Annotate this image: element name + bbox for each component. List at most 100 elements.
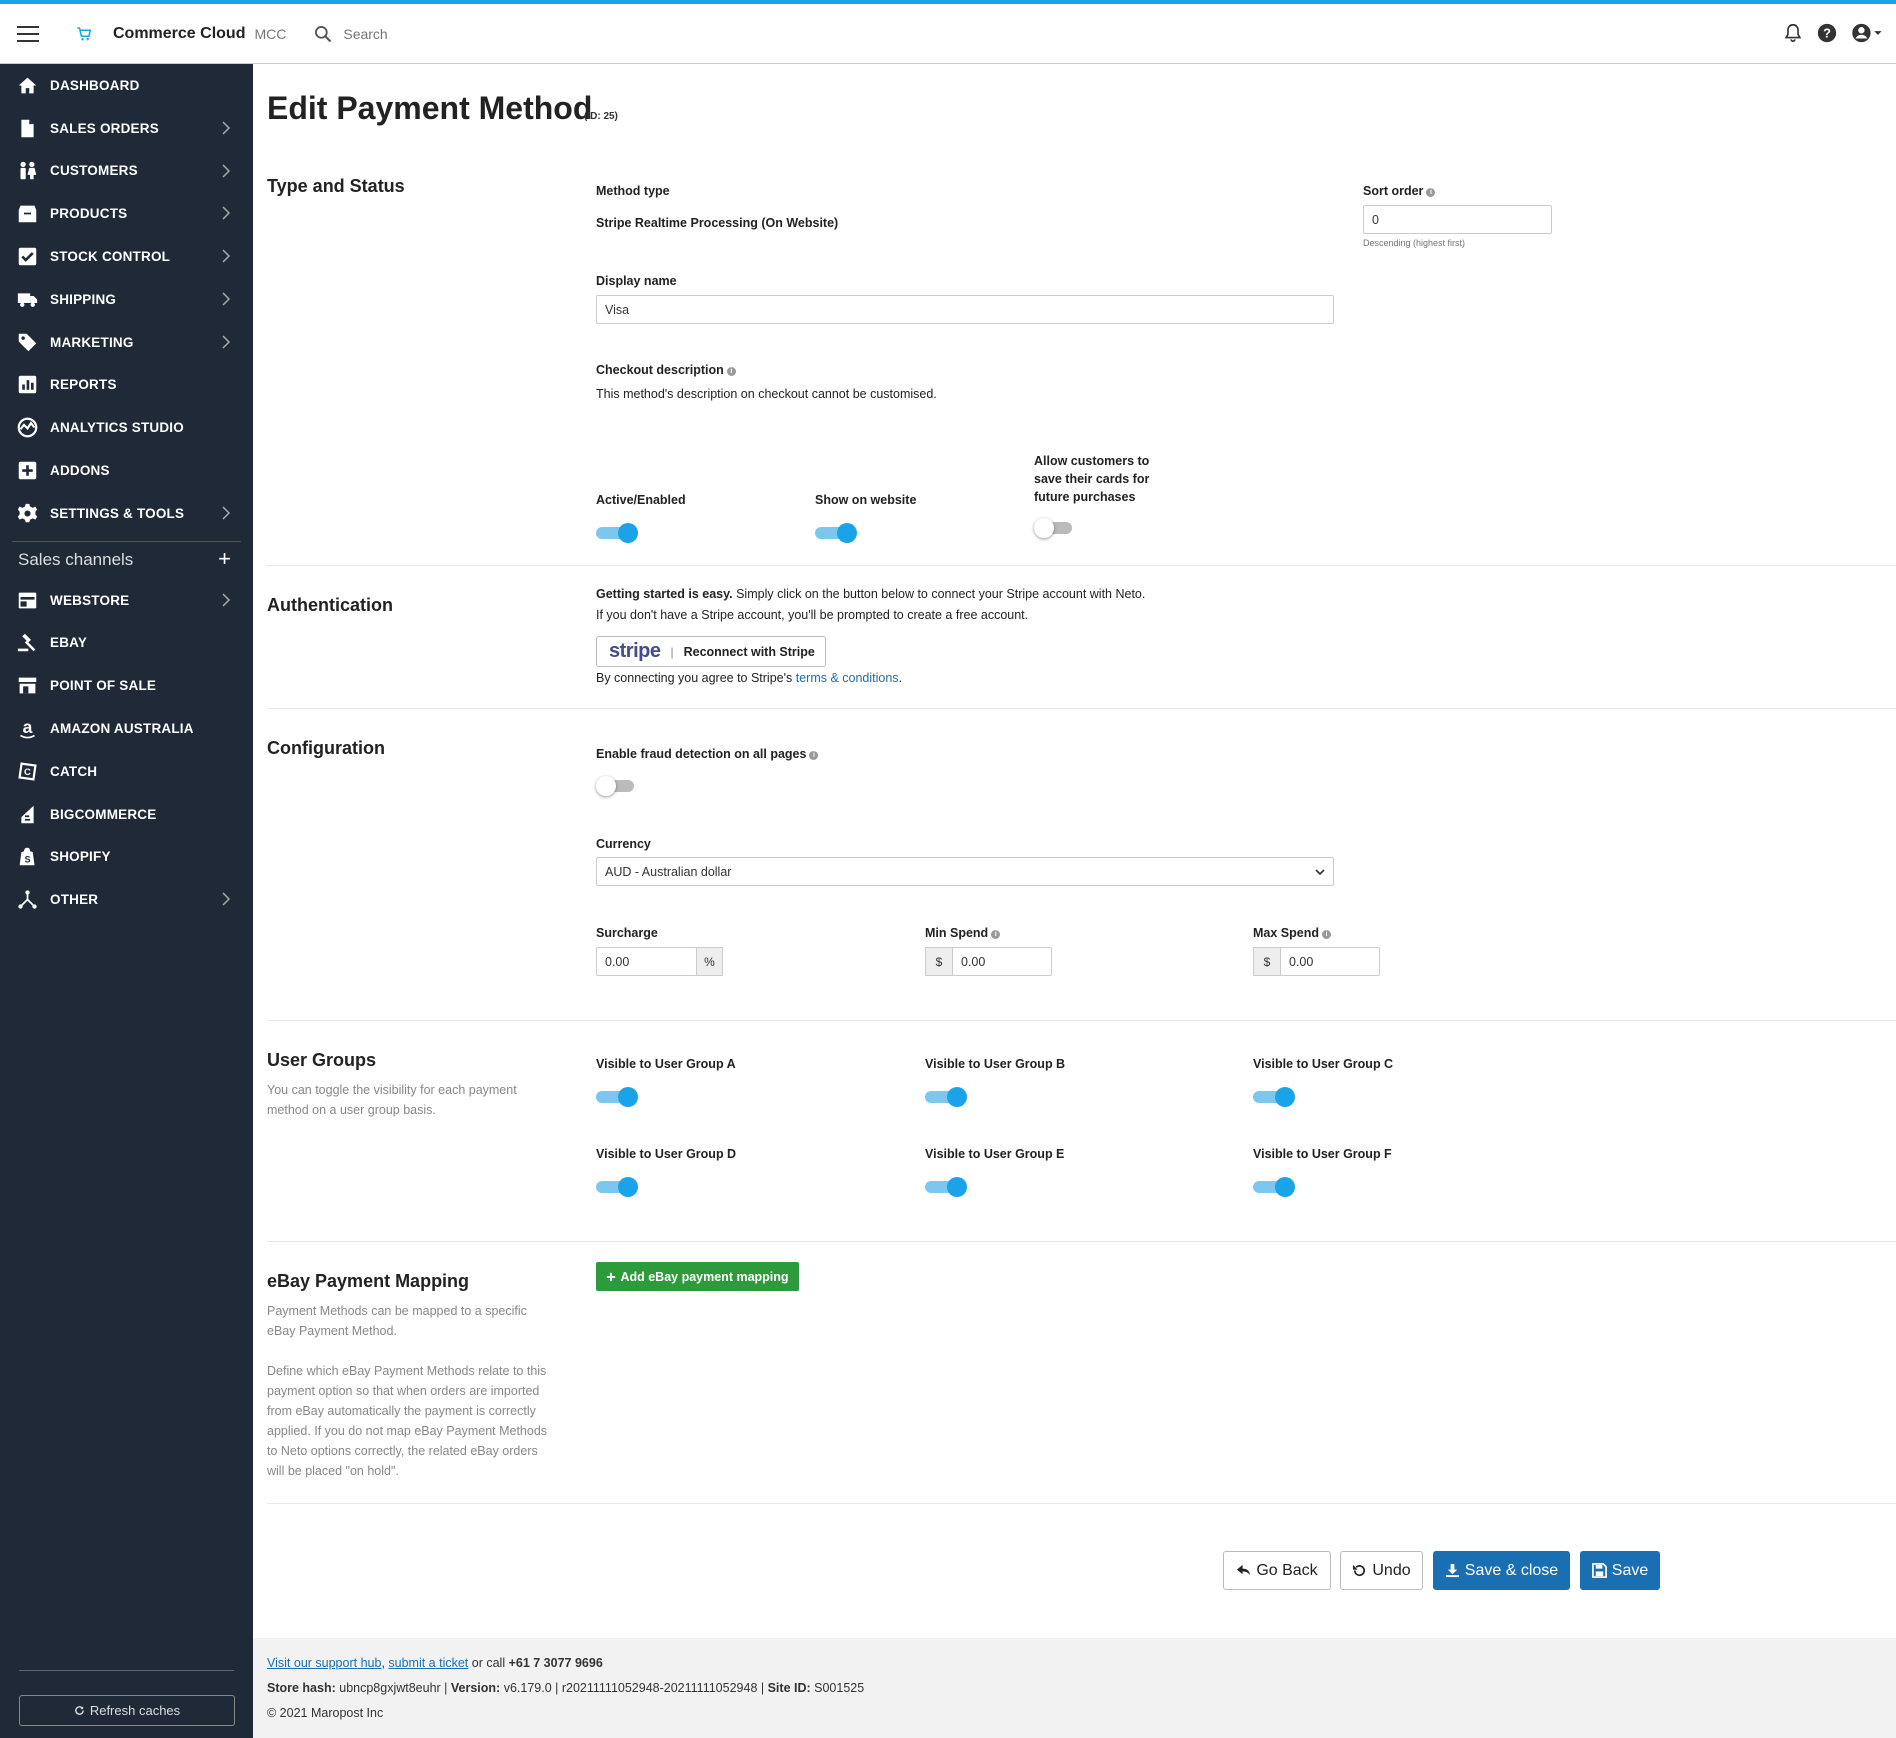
user-group-c-toggle[interactable] — [1253, 1085, 1295, 1107]
sidebar-item-label: SETTINGS & TOOLS — [50, 505, 185, 521]
chevron-right-icon — [222, 892, 231, 906]
footer: Visit our support hub, submit a ticket o… — [253, 1638, 1896, 1738]
version-label: Version: — [450, 1681, 501, 1695]
ebay-description-line: to Neto options correctly, the related e… — [267, 1444, 538, 1458]
sidebar-item-addons[interactable]: ADDONS — [0, 449, 253, 492]
sidebar-item-label: SALES ORDERS — [50, 120, 159, 136]
save-button[interactable]: Save — [1580, 1551, 1660, 1590]
checkout-description-text: This method's description on checkout ca… — [596, 387, 937, 401]
sidebar-item-settings-tools[interactable]: SETTINGS & TOOLS — [0, 492, 253, 535]
checkbox-icon — [17, 246, 38, 267]
checkout-description-label-text: Checkout description — [596, 363, 724, 377]
sidebar-item-webstore[interactable]: WEBSTORE — [0, 579, 253, 622]
stripe-agreement-text: By connecting you agree to Stripe's — [596, 671, 796, 685]
section-divider — [267, 1241, 1896, 1242]
max-spend-input[interactable]: 0.00 — [1280, 947, 1380, 976]
add-ebay-mapping-button[interactable]: Add eBay payment mapping — [596, 1262, 799, 1291]
sort-order-input[interactable]: 0 — [1363, 205, 1552, 234]
tag-icon — [17, 332, 38, 353]
chevron-right-icon — [222, 292, 231, 306]
show-on-website-toggle[interactable] — [815, 521, 857, 543]
sidebar-item-label: ANALYTICS STUDIO — [50, 420, 184, 436]
refresh-caches-button[interactable]: Refresh caches — [19, 1695, 235, 1726]
svg-text:C: C — [24, 767, 31, 778]
sort-order-label-text: Sort order — [1363, 184, 1424, 198]
search-input[interactable] — [343, 25, 644, 42]
store-icon — [17, 675, 38, 696]
user-group-d-toggle[interactable] — [596, 1175, 638, 1197]
sidebar-item-label: STOCK CONTROL — [50, 249, 171, 265]
active-enabled-toggle[interactable] — [596, 521, 638, 543]
sidebar-item-amazon-australia[interactable]: a AMAZON AUSTRALIA — [0, 707, 253, 750]
user-group-e-label: Visible to User Group E — [925, 1147, 1065, 1161]
terms-link[interactable]: terms & conditions — [796, 671, 899, 685]
sidebar-item-analytics-studio[interactable]: ANALYTICS STUDIO — [0, 406, 253, 449]
sidebar-item-sales-orders[interactable]: SALES ORDERS — [0, 107, 253, 150]
sidebar-item-label: AMAZON AUSTRALIA — [50, 721, 194, 737]
submit-ticket-link[interactable]: submit a ticket — [388, 1656, 468, 1670]
info-icon: i — [726, 367, 736, 376]
user-group-f-toggle[interactable] — [1253, 1175, 1295, 1197]
user-group-a-label: Visible to User Group A — [596, 1057, 736, 1071]
sidebar-item-catch[interactable]: C CATCH — [0, 750, 253, 793]
chevron-right-icon — [222, 506, 231, 520]
sidebar-item-shipping[interactable]: SHIPPING — [0, 278, 253, 321]
menu-icon[interactable] — [17, 25, 39, 42]
sidebar-item-marketing[interactable]: MARKETING — [0, 321, 253, 364]
reconnect-stripe-button[interactable]: stripe | Reconnect with Stripe — [596, 636, 826, 667]
user-group-b-toggle[interactable] — [925, 1085, 967, 1107]
info-icon: i — [1322, 930, 1331, 939]
brand-name[interactable]: Commerce Cloud — [113, 25, 245, 43]
user-groups-description: You can toggle the visibility for each p… — [267, 1080, 567, 1120]
undo-icon — [1353, 1564, 1366, 1577]
svg-text:S: S — [25, 855, 31, 865]
min-spend-input[interactable]: 0.00 — [952, 947, 1052, 976]
show-on-website-label: Show on website — [815, 493, 917, 507]
ebay-description-spacer — [267, 1341, 567, 1361]
sidebar-item-label: OTHER — [50, 892, 99, 908]
sidebar-item-stock-control[interactable]: STOCK CONTROL — [0, 235, 253, 278]
surcharge-input[interactable]: 0.00 — [596, 947, 697, 976]
sidebar-item-label: REPORTS — [50, 377, 117, 393]
sidebar-item-shopify[interactable]: S SHOPIFY — [0, 836, 253, 879]
sidebar-item-label: MARKETING — [50, 334, 134, 350]
sidebar-item-point-of-sale[interactable]: POINT OF SALE — [0, 664, 253, 707]
sidebar-item-bigcommerce[interactable]: BIGCOMMERCE — [0, 793, 253, 836]
fraud-detection-toggle[interactable] — [596, 774, 638, 796]
save-cards-toggle[interactable] — [1034, 516, 1076, 538]
sidebar-item-customers[interactable]: CUSTOMERS — [0, 150, 253, 193]
box-icon — [17, 203, 38, 224]
user-avatar-icon[interactable] — [1850, 22, 1882, 44]
go-back-button[interactable]: Go Back — [1223, 1551, 1331, 1590]
sidebar-item-products[interactable]: PRODUCTS — [0, 192, 253, 235]
gavel-icon — [17, 632, 38, 653]
version-value: v6.179.0 | r20211111052948-2021111105294… — [500, 1681, 768, 1695]
sidebar-item-ebay[interactable]: EBAY — [0, 622, 253, 665]
sidebar-item-label: PRODUCTS — [50, 206, 128, 222]
footer-copyright: © 2021 Maropost Inc — [267, 1706, 384, 1720]
user-group-a-toggle[interactable] — [596, 1085, 638, 1107]
store-hash-value: ubncp8gxjwt8euhr | — [335, 1681, 451, 1695]
save-close-button[interactable]: Save & close — [1433, 1551, 1570, 1590]
stripe-agreement: By connecting you agree to Stripe's term… — [596, 671, 902, 685]
undo-button[interactable]: Undo — [1340, 1551, 1423, 1590]
display-name-input[interactable]: Visa — [596, 295, 1334, 324]
section-divider — [267, 708, 1896, 709]
support-hub-link[interactable]: Visit our support hub — [267, 1656, 381, 1670]
sidebar-item-label: EBAY — [50, 635, 88, 651]
sidebar-item-reports[interactable]: REPORTS — [0, 364, 253, 407]
help-icon[interactable]: ? — [1816, 22, 1838, 44]
currency-select[interactable]: AUD - Australian dollar — [596, 857, 1334, 886]
method-type-value: Stripe Realtime Processing (On Website) — [596, 216, 839, 230]
ebay-description-line: Define which eBay Payment Methods relate… — [267, 1364, 547, 1378]
info-icon: i — [1426, 188, 1436, 197]
user-group-e-toggle[interactable] — [925, 1175, 967, 1197]
add-channel-icon[interactable]: + — [218, 546, 231, 572]
sidebar-item-dashboard[interactable]: DASHBOARD — [0, 64, 253, 107]
footer-store-info: Store hash: ubncp8gxjwt8euhr | Version: … — [267, 1681, 1896, 1695]
analytics-icon — [17, 417, 38, 438]
surcharge-label: Surcharge — [596, 926, 658, 940]
section-title-type-status: Type and Status — [267, 176, 405, 196]
sidebar-item-other[interactable]: OTHER — [0, 878, 253, 921]
bell-icon[interactable] — [1782, 22, 1804, 44]
